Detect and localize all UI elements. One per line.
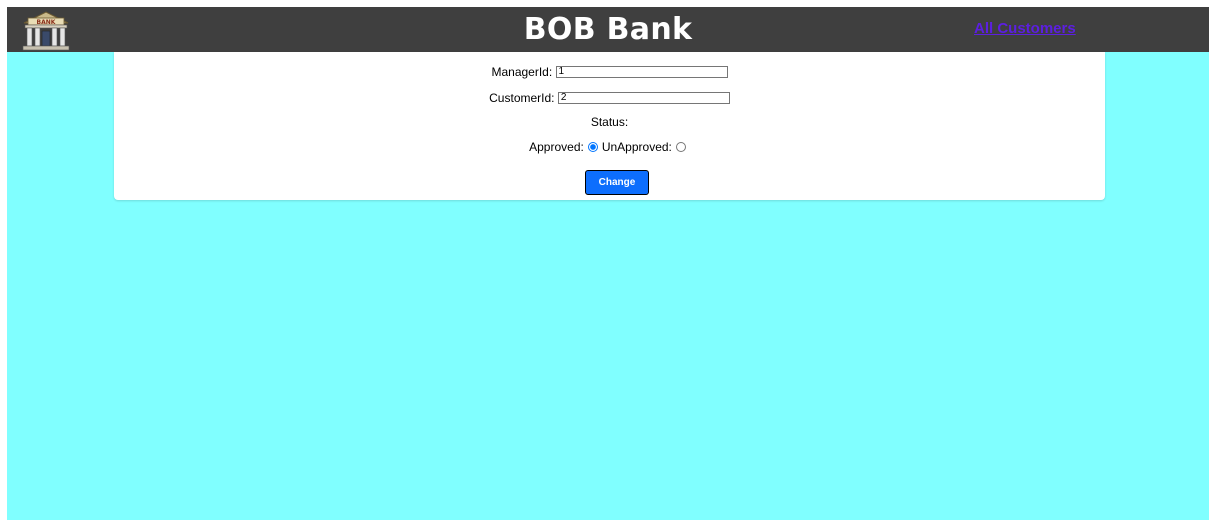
customer-id-input[interactable] [557,91,730,104]
all-customers-link[interactable]: All Customers [974,20,1076,37]
customer-id-label: CustomerId: [489,90,555,105]
status-options-row: Approved: UnApproved: [114,140,1105,154]
change-button[interactable]: Change [585,170,649,195]
unapproved-radio[interactable] [675,141,686,152]
approved-radio[interactable] [587,141,598,152]
status-form-card: ManagerId: CustomerId: Status: Approved:… [114,52,1105,200]
unapproved-label: UnApproved: [601,140,672,154]
navbar: BANK BOB Bank All Customers [7,7,1209,52]
status-row: Status: [114,115,1105,129]
status-label: Status: [590,115,629,129]
approved-label: Approved: [529,140,584,154]
manager-id-label: ManagerId: [491,64,553,79]
customer-row: CustomerId: [114,90,1105,105]
page-frame: BANK BOB Bank All Customers ManagerId: C… [7,7,1209,520]
manager-id-input[interactable] [555,65,728,78]
bank-logo-icon[interactable]: BANK [20,9,72,51]
manager-row: ManagerId: [114,64,1105,79]
